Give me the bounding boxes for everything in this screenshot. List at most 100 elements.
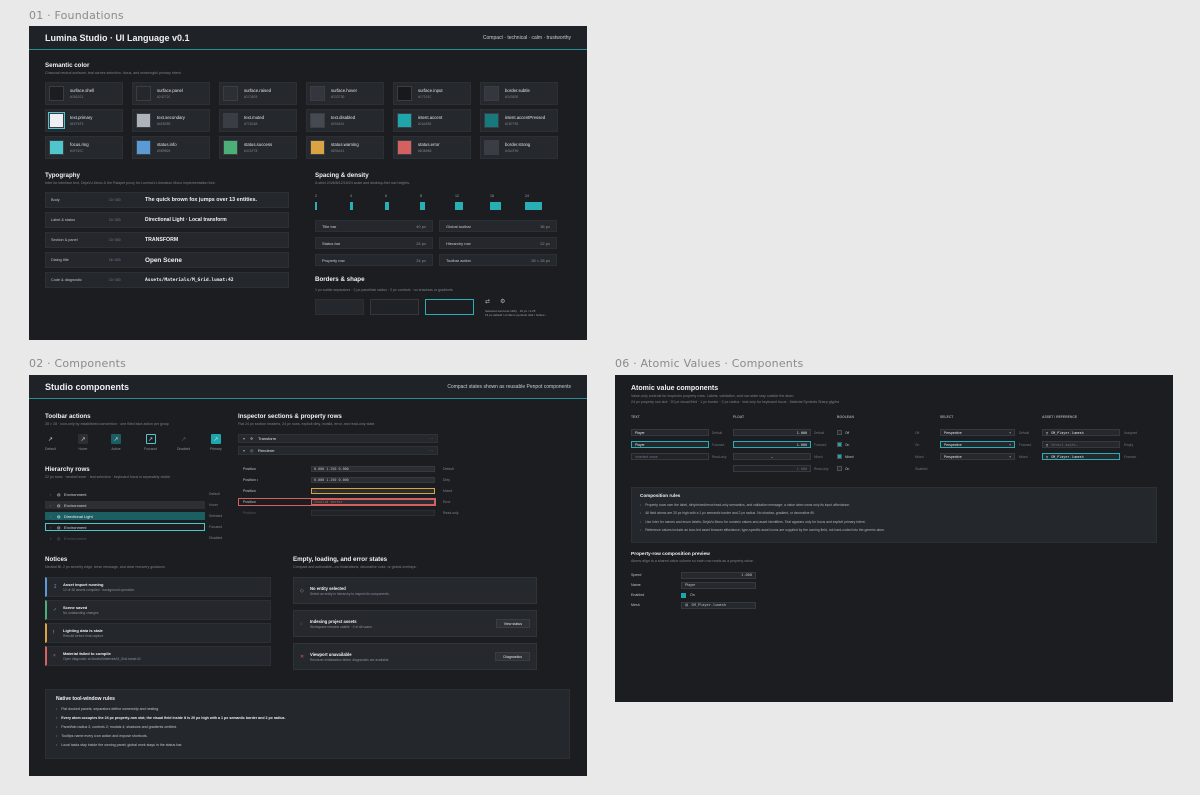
foundations-frame: Lumina Studio · UI Language v0.1 Compact… [29, 26, 587, 340]
preview-row: Mesh ▤ SM_Player.lumesh [631, 601, 756, 609]
swatch-text: border.subtle #34383E [505, 88, 530, 99]
toolbar-action-hover[interactable]: ↗ Hover [78, 434, 88, 451]
spacing-step-bar [385, 202, 389, 210]
color-swatch[interactable]: border.strong #4A4F56 [480, 136, 558, 159]
checkbox[interactable] [681, 592, 686, 598]
checkbox[interactable] [837, 454, 842, 459]
state-action-button[interactable]: Diagnostics [495, 652, 530, 661]
asset-atom[interactable]: ▤ SM_Player.lumesh [1042, 453, 1120, 460]
select-row-state: Mixed [915, 455, 924, 459]
swatch-chip [136, 86, 151, 101]
select-atom[interactable]: Perspective ▾ [940, 453, 1015, 460]
color-swatch[interactable]: surface.hover #33373D [306, 82, 384, 105]
toolbar-action-default[interactable]: ↗ Default [45, 434, 56, 452]
hierarchy-row[interactable]: › ◍ Environment [45, 490, 205, 498]
density-key: Title bar [322, 223, 337, 229]
color-swatch[interactable]: text.disabled #555A61 [306, 109, 384, 132]
color-swatch[interactable]: intent.accentPressed #1B7F85 [480, 109, 558, 132]
color-swatch[interactable]: text.muted #7C828A [219, 109, 297, 132]
color-swatch[interactable]: status.error #D46060 [393, 136, 471, 159]
text-atom[interactable]: Player [631, 441, 709, 448]
color-swatch[interactable]: status.success #4CAF78 [219, 136, 297, 159]
typography-desc: Inter for interface text, DejaVu Mono & … [45, 181, 216, 185]
rule-item: Flat docked panels; separators define ow… [56, 707, 559, 711]
color-swatch[interactable]: intent.accent #2AAEB5 [393, 109, 471, 132]
state-action-button[interactable]: View status [495, 619, 530, 628]
preview-field[interactable]: Player [681, 581, 756, 589]
float-atom[interactable]: 1.000 [733, 429, 811, 436]
chevron-right-icon[interactable]: › [50, 492, 57, 497]
color-swatch[interactable]: text.secondary #AEB3B9 [132, 109, 210, 132]
float-atom[interactable]: 1.000 [733, 441, 811, 448]
chevron-down-icon[interactable]: ▾ [243, 436, 250, 441]
inspector-heading: Inspector sections & property rows [238, 413, 342, 420]
swatch-name: text.disabled [331, 115, 356, 120]
inspector-section-transform[interactable]: ▾ ✥ Transform ··· [238, 434, 438, 443]
asset-atom[interactable]: ▤ SM_Player.lumesh [1042, 429, 1120, 436]
swatch-hex: #4CAF78 [244, 149, 258, 153]
property-value[interactable]: — [311, 488, 435, 494]
preview-field[interactable]: ▤ SM_Player.lumesh [681, 601, 756, 609]
property-row[interactable]: Position Invalid vector [238, 498, 436, 506]
color-swatch[interactable]: surface.raised #2C3035 [219, 82, 297, 105]
property-value[interactable]: Invalid vector [311, 499, 435, 505]
hierarchy-desc: 22 px rows · neutral hover · teal select… [45, 475, 171, 479]
chevron-right-icon[interactable]: › [50, 525, 57, 530]
select-atom[interactable]: Perspective ▾ [940, 429, 1015, 436]
property-row[interactable]: Position 0.000 1.250 0.000 [238, 465, 436, 473]
more-icon[interactable]: ··· [429, 436, 433, 441]
property-value[interactable] [311, 510, 435, 516]
chevron-right-icon[interactable]: › [50, 503, 57, 508]
float-atom[interactable]: 1.000 [733, 465, 811, 472]
checkbox[interactable] [837, 442, 842, 447]
more-icon[interactable]: ··· [429, 448, 433, 453]
toolbar-action-active[interactable]: ↗ Active [111, 434, 121, 451]
color-swatch[interactable]: surface.panel #24272C [132, 82, 210, 105]
property-value[interactable]: 0.000 1.250 0.000 [311, 477, 435, 483]
property-value[interactable]: 0.000 1.250 0.000 [311, 466, 435, 472]
swatch-text: border.strong #4A4F56 [505, 142, 530, 153]
toolbar-state-label: Hover [78, 447, 88, 451]
toolbar-action-primary[interactable]: ↗ Primary [210, 434, 222, 451]
select-atom[interactable]: Perspective ▾ [940, 441, 1015, 448]
color-swatch[interactable]: surface.input #17191C [393, 82, 471, 105]
page-tagline: Compact · technical · calm · trustworthy [482, 34, 571, 41]
checkbox[interactable] [837, 430, 842, 435]
color-swatch[interactable]: border.subtle #34383E [480, 82, 558, 105]
chevron-down-icon[interactable]: ▾ [243, 448, 250, 453]
swatch-name: surface.shell [70, 88, 95, 93]
property-row[interactable]: Position [238, 509, 436, 517]
chevron-right-icon[interactable]: › [50, 536, 57, 541]
notice-item: × Material failed to compile Open diagnost… [45, 646, 271, 666]
inspector-section-renderer[interactable]: ▾ ◎ Renderer ··· [238, 446, 438, 455]
swatch-hex: #1B7F85 [505, 122, 519, 126]
hierarchy-row[interactable]: › ◍ Environment [45, 523, 205, 531]
property-row[interactable]: Position • 0.000 1.250 0.000 [238, 476, 436, 484]
checkbox[interactable] [837, 466, 842, 471]
hierarchy-row[interactable]: › ◍ Environment [45, 501, 205, 509]
spacing-step-bar [420, 202, 425, 210]
float-atom[interactable]: — [733, 453, 811, 460]
color-swatch[interactable]: status.warning #D9A441 [306, 136, 384, 159]
text-atom[interactable]: Inherited name [631, 453, 709, 460]
section-label: Renderer [258, 448, 275, 453]
notice-title: Lighting data is stale [63, 628, 103, 633]
preview-value[interactable]: 1.000 [681, 571, 756, 579]
spacing-step-bar [455, 202, 463, 210]
hierarchy-row[interactable]: › ◍ Environment [45, 534, 205, 542]
atomic-desc: Value-only controls for inspector proper… [631, 394, 795, 398]
text-atom[interactable]: Player [631, 429, 709, 436]
color-swatch[interactable]: surface.shell #1B1D21 [45, 82, 123, 105]
color-swatch[interactable]: status.info #5B9BD5 [132, 136, 210, 159]
color-swatch[interactable]: focus.ring #4FC6CC [45, 136, 123, 159]
asset-atom[interactable]: ▤ Select asset… [1042, 441, 1120, 448]
property-row[interactable]: Position — [238, 487, 436, 495]
composition-item: All field atoms are 20 px high with a 1 … [640, 511, 1148, 515]
hierarchy-row[interactable]: › ◍ Directional Light [45, 512, 205, 520]
chevron-right-icon[interactable]: › [50, 514, 57, 519]
toolbar-action-focused[interactable]: ↗ Focused [144, 434, 157, 451]
color-swatch[interactable]: text.primary #EEF0F3 [45, 109, 123, 132]
toolbar-action-disabled[interactable]: ↗ Disabled [177, 434, 190, 452]
density-row: Hierarchy row 22 px [439, 237, 557, 249]
asset-atom-state: Empty [1124, 443, 1134, 447]
